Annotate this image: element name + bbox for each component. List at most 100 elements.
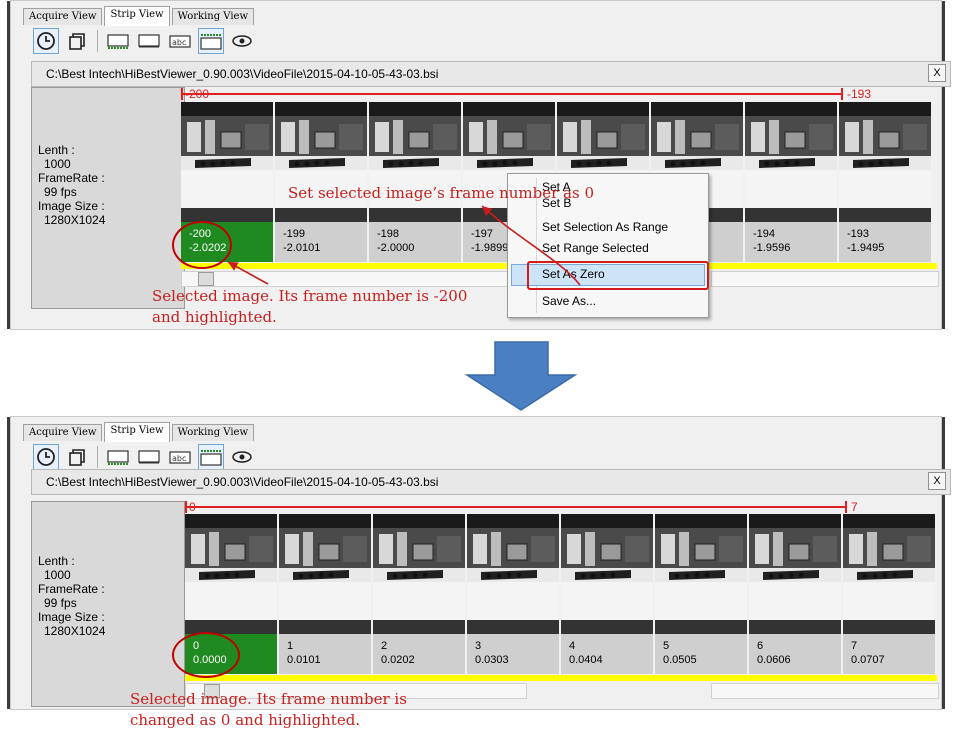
frame-thumbnail[interactable]: 4 0.0404 [561, 514, 653, 674]
strip-scrollbar[interactable] [181, 271, 513, 287]
ruler-icon[interactable] [198, 444, 224, 470]
length-label: Lenth : [38, 554, 75, 568]
frame-image [369, 102, 461, 222]
clock-icon[interactable] [33, 28, 59, 54]
frame-number: 3 [475, 640, 482, 652]
view-tabs: Acquire View Strip View Working View [23, 6, 256, 26]
frame-thumbnail[interactable]: -198 -2.0000 [369, 102, 461, 262]
tab-acquire-view[interactable]: Acquire View [23, 8, 103, 25]
frame-time: 0.0303 [475, 654, 509, 666]
strip-icon[interactable] [105, 28, 131, 54]
menu-item-set-selection-as-range[interactable]: Set Selection As Range [542, 220, 668, 234]
frame-image [467, 514, 559, 634]
framerate-value: 99 fps [44, 185, 77, 199]
frame-image [181, 102, 273, 222]
toolbar-separator [97, 30, 98, 52]
framerate-label: FrameRate : [38, 582, 105, 596]
frame-time: 0.0606 [757, 654, 791, 666]
frame-time: -2.0000 [377, 242, 415, 254]
view-tabs: Acquire View Strip View Working View [23, 422, 256, 442]
frame-thumbnail[interactable]: -194 -1.9596 [745, 102, 837, 262]
abc-icon[interactable]: abc [167, 444, 193, 470]
range-start-label: 0 [189, 500, 196, 514]
frame-time: -1.9596 [753, 242, 791, 254]
range-bar[interactable] [185, 506, 847, 508]
frame-thumbnail[interactable]: 1 0.0101 [279, 514, 371, 674]
range-start-tick [185, 501, 187, 513]
copy-icon[interactable] [64, 28, 90, 54]
tab-working-view[interactable]: Working View [171, 424, 255, 441]
down-arrow-icon [464, 341, 578, 411]
eye-icon[interactable] [229, 28, 255, 54]
menu-item-save-as[interactable]: Save As... [542, 294, 596, 308]
toolbar: abc [33, 443, 255, 471]
scrollbar-thumb[interactable] [198, 272, 214, 286]
file-info-panel: Lenth : 1000 FrameRate : 99 fps Image Si… [31, 87, 185, 309]
strip-scrollbar-right[interactable] [711, 271, 939, 287]
set-as-zero-callout-box [527, 261, 709, 290]
frame-time: 0.0707 [851, 654, 885, 666]
strip-scrollbar-right[interactable] [711, 683, 939, 699]
frame-image [279, 514, 371, 634]
frame-image [839, 102, 931, 222]
after-window: Acquire View Strip View Working View abc… [7, 416, 951, 710]
strip-icon[interactable] [105, 444, 131, 470]
frame-thumbnail[interactable]: 6 0.0606 [749, 514, 841, 674]
menu-item-set-range-selected[interactable]: Set Range Selected [542, 241, 649, 255]
close-file-button[interactable]: X [928, 472, 946, 490]
frame-image [275, 102, 367, 222]
close-file-button[interactable]: X [928, 64, 946, 82]
annotation-set-zero: Set selected image’s frame number as 0 [288, 184, 594, 202]
frame-thumbnail[interactable]: -193 -1.9495 [839, 102, 931, 262]
frame-number: 1 [287, 640, 294, 652]
range-bar[interactable] [181, 93, 843, 95]
tab-acquire-view[interactable]: Acquire View [23, 424, 103, 441]
strip-flat-icon[interactable] [136, 444, 162, 470]
frame-time: 0.0505 [663, 654, 697, 666]
eye-icon[interactable] [229, 444, 255, 470]
framerate-label: FrameRate : [38, 171, 105, 185]
window-right-edge [942, 1, 945, 329]
clock-icon[interactable] [33, 444, 59, 470]
toolbar-separator [97, 446, 98, 468]
annotation-selected-line1: Selected image. Its frame number is -200 [152, 287, 468, 305]
svg-text:abc: abc [172, 38, 186, 47]
frame-thumbnail[interactable]: 3 0.0303 [467, 514, 559, 674]
framerate-value: 99 fps [44, 596, 77, 610]
range-end-label: 7 [851, 500, 858, 514]
frame-image [745, 102, 837, 222]
frame-time: 0.0101 [287, 654, 321, 666]
file-path: C:\Best Intech\HiBestViewer_0.90.003\Vid… [46, 475, 439, 489]
ruler-icon[interactable] [198, 28, 224, 54]
tab-working-view[interactable]: Working View [171, 8, 255, 25]
frame-number: 7 [851, 640, 858, 652]
frame-thumbnail[interactable]: 2 0.0202 [373, 514, 465, 674]
strip-flat-icon[interactable] [136, 28, 162, 54]
frame-number: -199 [283, 228, 306, 240]
frame-number: -198 [377, 228, 400, 240]
frame-image [749, 514, 841, 634]
frame-thumbnail[interactable]: 5 0.0505 [655, 514, 747, 674]
length-value: 1000 [44, 568, 71, 582]
length-label: Lenth : [38, 143, 75, 157]
frame-number: -194 [753, 228, 776, 240]
copy-icon[interactable] [64, 444, 90, 470]
frame-number: -197 [471, 228, 494, 240]
range-end-label: -193 [847, 87, 872, 101]
svg-text:abc: abc [172, 454, 186, 463]
length-value: 1000 [44, 157, 71, 171]
frame-number: 6 [757, 640, 764, 652]
frame-time: 0.0202 [381, 654, 415, 666]
frame-time: -1.9899 [471, 242, 509, 254]
frame-number: 5 [663, 640, 670, 652]
range-end-tick [845, 501, 847, 513]
tab-strip-view[interactable]: Strip View [104, 6, 170, 26]
frame-thumbnail[interactable]: -199 -2.0101 [275, 102, 367, 262]
abc-icon[interactable]: abc [167, 28, 193, 54]
frame-thumbnail[interactable]: 7 0.0707 [843, 514, 935, 674]
range-highlight-bar [185, 675, 937, 681]
frame-image [185, 514, 277, 634]
tab-strip-view[interactable]: Strip View [104, 422, 170, 442]
frame-image [843, 514, 935, 634]
file-path-bar: C:\Best Intech\HiBestViewer_0.90.003\Vid… [31, 469, 951, 495]
